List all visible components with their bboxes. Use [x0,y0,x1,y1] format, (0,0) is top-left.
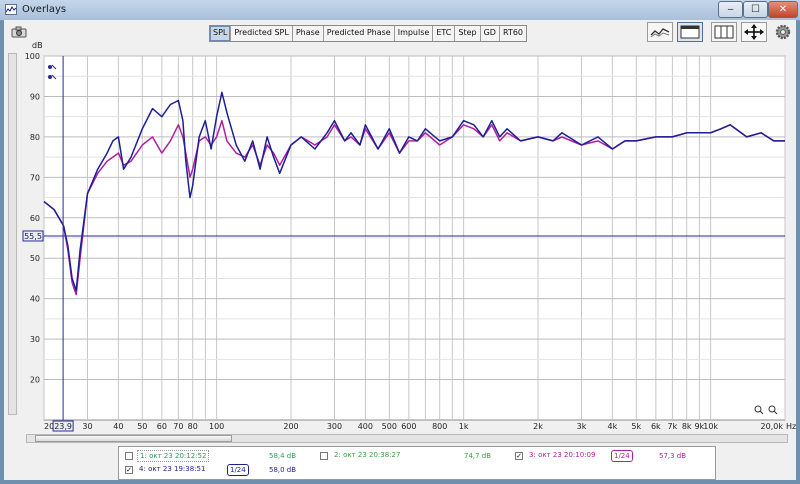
vertical-scrollbar[interactable] [8,53,17,415]
title-bar: Overlays ‒ ☐ ✕ [0,0,800,21]
y-tick-label: 80 [30,133,40,142]
x-tick-label: 6k [651,422,661,431]
x-tick-label: 60 [157,422,167,431]
close-button[interactable]: ✕ [768,1,798,18]
cursor-x-readout: 23,9 [54,422,72,431]
x-tick-label: 2k [533,422,543,431]
legend-checkbox-4[interactable]: ✓ [125,466,133,474]
y-tick-label: 70 [30,173,40,182]
y-tick-label: 40 [30,295,40,304]
x-tick-label: 1k [459,422,469,431]
legend-checkbox-1[interactable] [125,452,133,460]
y-unit-label: dB [32,41,43,50]
x-tick-label: 5k [631,422,641,431]
x-tick-label: 100 [209,422,224,431]
legend-name-3[interactable]: 3: окт 23 20:10:09 [527,450,597,460]
x-tick-label: 20,0k [761,422,784,431]
scroll-thumb[interactable] [35,435,232,442]
y-tick-label: 90 [30,92,40,101]
window-title: Overlays [22,4,67,15]
legend-name-2[interactable]: 2: окт 23 20:38:27 [332,450,402,460]
cursor-y-readout: 55,5 [24,232,42,241]
horizontal-scrollbar[interactable] [26,434,788,443]
overlays-window: SPL Predicted SPL Phase Predicted Phase Impu… [4,20,796,480]
x-tick-label: 30 [82,422,92,431]
legend-value-2: 74,7 dB [464,452,492,460]
y-tick-label: 100 [25,52,40,61]
x-tick-label: 200 [283,422,298,431]
x-tick-label: 500 [382,422,397,431]
legend-smoothing-4[interactable]: 1/24 [227,464,249,476]
legend-name-1[interactable]: 1: окт 23 20:12:52 [137,450,210,462]
overlay-legend: 1: окт 23 20:12:52 58,4 dB 2: окт 23 20:… [118,446,716,480]
maximize-button[interactable]: ☐ [743,1,768,18]
x-unit-label: Hz [786,422,796,431]
legend-value-1: 58,4 dB [269,452,297,460]
x-tick-label: 3k [577,422,587,431]
legend-value-3: 57,3 dB [659,452,687,460]
legend-name-4[interactable]: 4: окт 23 19:38:51 [137,464,207,474]
x-tick-label: 50 [137,422,147,431]
x-tick-label: 10k [703,422,718,431]
app-icon [5,4,17,15]
y-tick-label: 60 [30,214,40,223]
spl-graph[interactable]: 1009080706050403020 20 30 40 50 60 70 80 100 200… [4,20,796,432]
x-tick-label: 80 [188,422,198,431]
minimize-button[interactable]: ‒ [718,1,743,18]
x-tick-label: 800 [432,422,447,431]
y-tick-label: 50 [30,254,40,263]
y-tick-label: 30 [30,335,40,344]
legend-checkbox-3[interactable]: ✓ [515,452,523,460]
legend-value-4: 58,0 dB [269,466,297,474]
x-tick-label: 8k [682,422,692,431]
x-tick-label: 70 [173,422,183,431]
x-tick-label: 600 [401,422,416,431]
x-tick-label: 300 [327,422,342,431]
x-tick-label: 7k [668,422,678,431]
x-tick-label: 40 [113,422,123,431]
legend-smoothing-3[interactable]: 1/24 [611,450,633,462]
y-tick-label: 20 [30,376,40,385]
x-tick-label: 4k [607,422,617,431]
x-tick-label: 400 [358,422,373,431]
legend-checkbox-2[interactable] [320,452,328,460]
